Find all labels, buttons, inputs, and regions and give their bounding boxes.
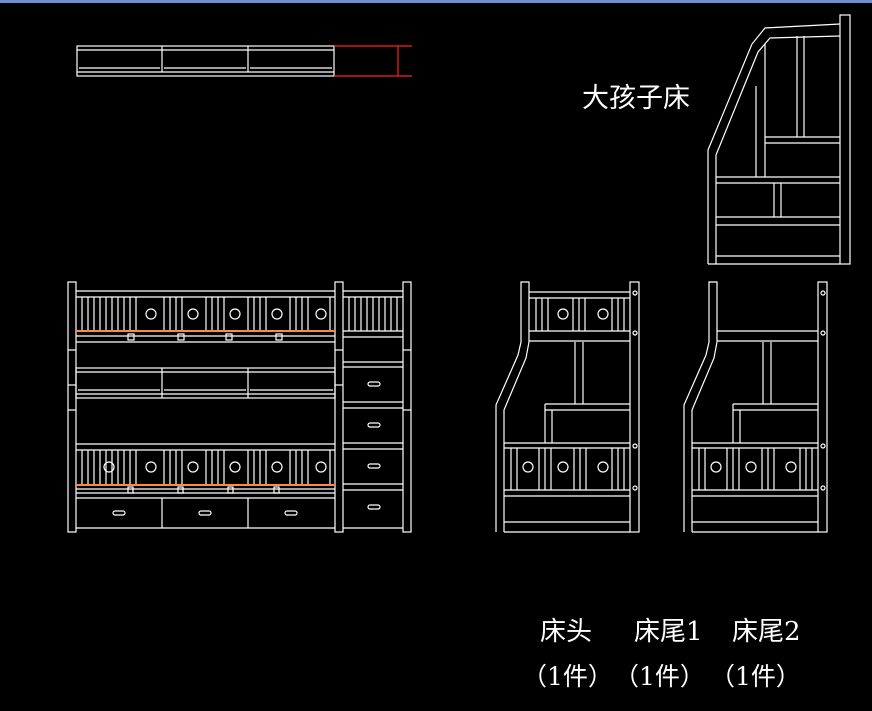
dimension-marker-red (334, 45, 412, 77)
top-plan-view (76, 45, 412, 77)
caption-foot-2: 床尾2 (732, 617, 801, 647)
caption-head: 床头 (540, 617, 593, 647)
end-view-1 (495, 281, 640, 533)
drawing-title: 大孩子床 (582, 83, 690, 114)
caption-foot-1: 床尾1 (634, 617, 703, 647)
cad-drawing-canvas[interactable] (0, 0, 872, 711)
quantity-foot-1: （1件） (614, 662, 705, 691)
front-elevation (67, 281, 412, 533)
end-view-2 (683, 281, 828, 533)
quantity-foot-2: （1件） (710, 662, 801, 691)
quantity-head: （1件） (522, 662, 613, 691)
side-view (707, 14, 851, 265)
